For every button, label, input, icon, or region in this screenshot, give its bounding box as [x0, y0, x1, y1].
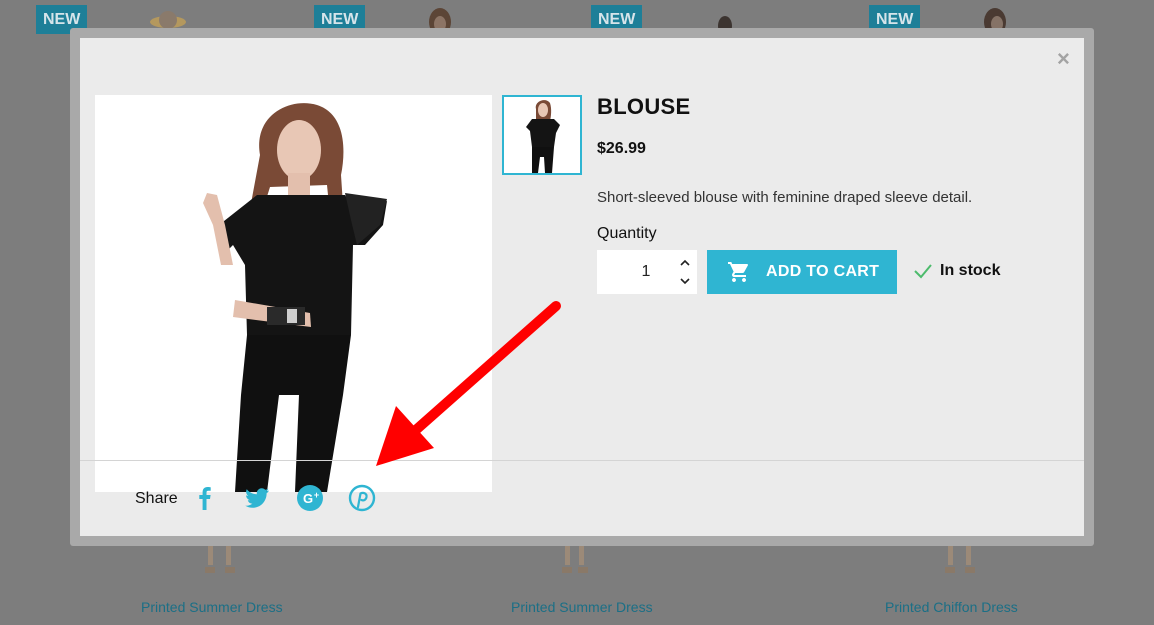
product-title: BLOUSE [597, 94, 691, 119]
stock-status: In stock [940, 262, 1001, 279]
product-thumbnail[interactable] [502, 95, 582, 175]
close-button[interactable]: × [1057, 46, 1070, 72]
pinterest-icon[interactable] [348, 484, 376, 512]
add-to-cart-label: ADD TO CART [766, 263, 880, 280]
svg-text:G: G [303, 491, 313, 506]
quantity-stepper[interactable]: 1 [597, 250, 697, 294]
svg-text:+: + [314, 490, 319, 500]
model-photo [95, 95, 492, 492]
product-thumbnail-partial [562, 545, 588, 573]
facebook-icon[interactable] [191, 484, 219, 512]
divider [80, 460, 1084, 461]
checkmark-icon [914, 264, 932, 279]
product-thumbnail-partial [205, 545, 235, 573]
product-thumbnail-partial [945, 545, 975, 573]
chevron-up-icon[interactable] [677, 255, 693, 271]
product-link[interactable]: Printed Chiffon Dress [885, 599, 1018, 615]
thumbnail-image [504, 97, 580, 173]
chevron-down-icon[interactable] [677, 273, 693, 289]
product-link[interactable]: Printed Summer Dress [511, 599, 653, 615]
product-main-image [95, 95, 492, 492]
quantity-label: Quantity [597, 225, 657, 242]
add-to-cart-button[interactable]: ADD TO CART [707, 250, 897, 294]
share-label: Share [135, 490, 178, 507]
google-plus-icon[interactable]: G + [296, 484, 324, 512]
product-price: $26.99 [597, 140, 646, 157]
cart-icon [728, 262, 748, 282]
twitter-icon[interactable] [243, 484, 271, 512]
product-link[interactable]: Printed Summer Dress [141, 599, 283, 615]
product-description: Short-sleeved blouse with feminine drape… [597, 189, 973, 206]
